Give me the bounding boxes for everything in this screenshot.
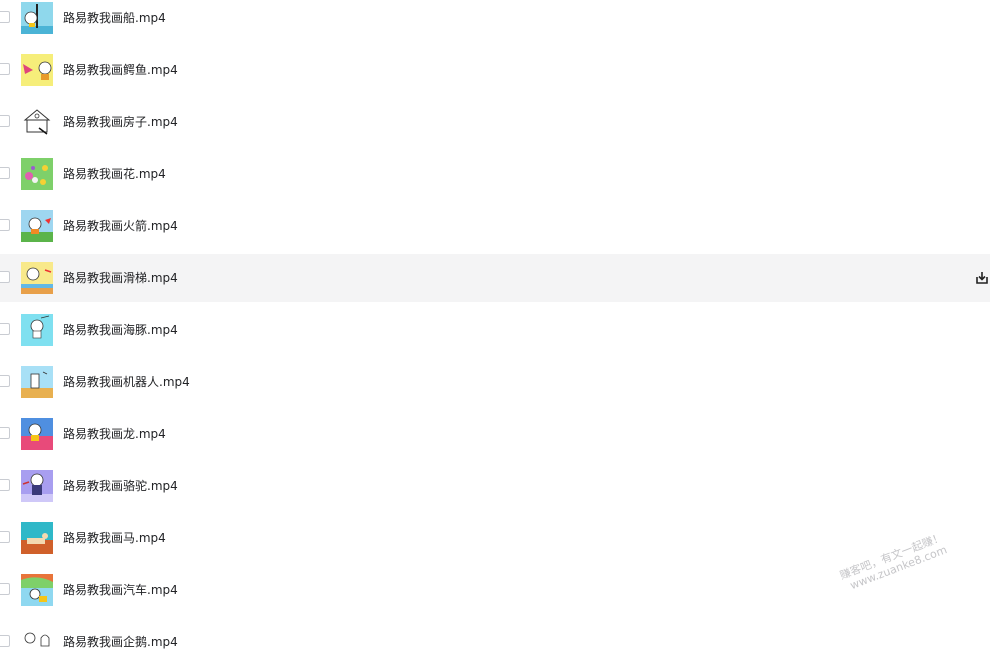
file-row[interactable]: 路易教我画海豚.mp4 [0,306,990,354]
file-row[interactable]: 路易教我画龙.mp4 [0,410,990,458]
file-name[interactable]: 路易教我画海豚.mp4 [63,323,178,337]
file-row[interactable]: 路易教我画船.mp4 [0,0,990,42]
row-checkbox[interactable] [0,11,10,23]
file-list: 路易教我画船.mp4 路易教我画鳄鱼.mp4 路易教我画房子.mp4 路易教我画花.m… [0,0,990,670]
video-thumbnail[interactable] [21,210,53,242]
row-checkbox[interactable] [0,219,10,231]
file-row[interactable]: 路易教我画骆驼.mp4 [0,462,990,510]
row-checkbox[interactable] [0,583,10,595]
file-name[interactable]: 路易教我画船.mp4 [63,11,166,25]
row-checkbox[interactable] [0,115,10,127]
row-checkbox[interactable] [0,167,10,179]
video-thumbnail[interactable] [21,314,53,346]
file-row[interactable]: 路易教我画企鹅.mp4 [0,618,990,666]
file-row[interactable]: 路易教我画汽车.mp4 [0,566,990,614]
video-thumbnail[interactable] [21,626,53,658]
video-thumbnail[interactable] [21,522,53,554]
file-row[interactable]: 路易教我画火箭.mp4 [0,202,990,250]
file-name[interactable]: 路易教我画滑梯.mp4 [63,271,178,285]
file-name[interactable]: 路易教我画房子.mp4 [63,115,178,129]
row-checkbox[interactable] [0,635,10,647]
row-checkbox[interactable] [0,531,10,543]
file-row[interactable]: 路易教我画机器人.mp4 [0,358,990,406]
file-name[interactable]: 路易教我画企鹅.mp4 [63,635,178,649]
file-row[interactable]: 路易教我画马.mp4 [0,514,990,562]
file-row[interactable]: 路易教我画滑梯.mp4 [0,254,990,302]
file-row[interactable]: 路易教我画花.mp4 [0,150,990,198]
file-name[interactable]: 路易教我画骆驼.mp4 [63,479,178,493]
video-thumbnail[interactable] [21,106,53,138]
video-thumbnail[interactable] [21,574,53,606]
row-checkbox[interactable] [0,427,10,439]
video-thumbnail[interactable] [21,262,53,294]
file-name[interactable]: 路易教我画机器人.mp4 [63,375,190,389]
file-name[interactable]: 路易教我画鳄鱼.mp4 [63,63,178,77]
video-thumbnail[interactable] [21,366,53,398]
row-checkbox[interactable] [0,63,10,75]
file-row[interactable]: 路易教我画房子.mp4 [0,98,990,146]
download-icon[interactable] [974,270,990,286]
file-name[interactable]: 路易教我画火箭.mp4 [63,219,178,233]
file-name[interactable]: 路易教我画汽车.mp4 [63,583,178,597]
file-name[interactable]: 路易教我画花.mp4 [63,167,166,181]
video-thumbnail[interactable] [21,2,53,34]
row-checkbox[interactable] [0,271,10,283]
row-checkbox[interactable] [0,375,10,387]
file-row[interactable]: 路易教我画鳄鱼.mp4 [0,46,990,94]
video-thumbnail[interactable] [21,418,53,450]
video-thumbnail[interactable] [21,54,53,86]
video-thumbnail[interactable] [21,158,53,190]
row-checkbox[interactable] [0,479,10,491]
file-name[interactable]: 路易教我画马.mp4 [63,531,166,545]
row-checkbox[interactable] [0,323,10,335]
video-thumbnail[interactable] [21,470,53,502]
file-name[interactable]: 路易教我画龙.mp4 [63,427,166,441]
